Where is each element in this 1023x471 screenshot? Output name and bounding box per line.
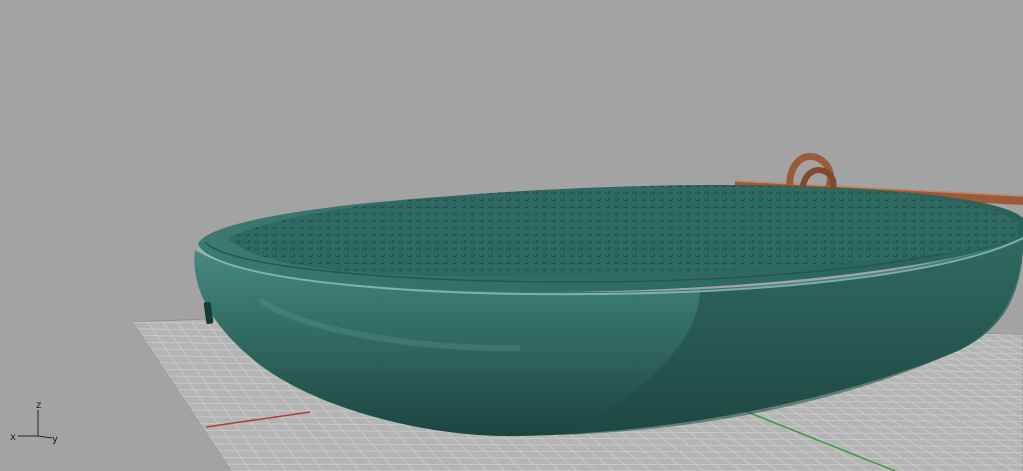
axis-triad-icon: z x y bbox=[10, 400, 58, 445]
grid-line bbox=[227, 463, 1023, 466]
axis-z-label: z bbox=[36, 400, 41, 411]
axis-x-label: x bbox=[10, 432, 16, 443]
scene-canvas[interactable]: z x y bbox=[0, 0, 1023, 471]
axis-y-label: y bbox=[52, 434, 58, 445]
perspective-viewport[interactable]: z x y bbox=[0, 0, 1023, 471]
